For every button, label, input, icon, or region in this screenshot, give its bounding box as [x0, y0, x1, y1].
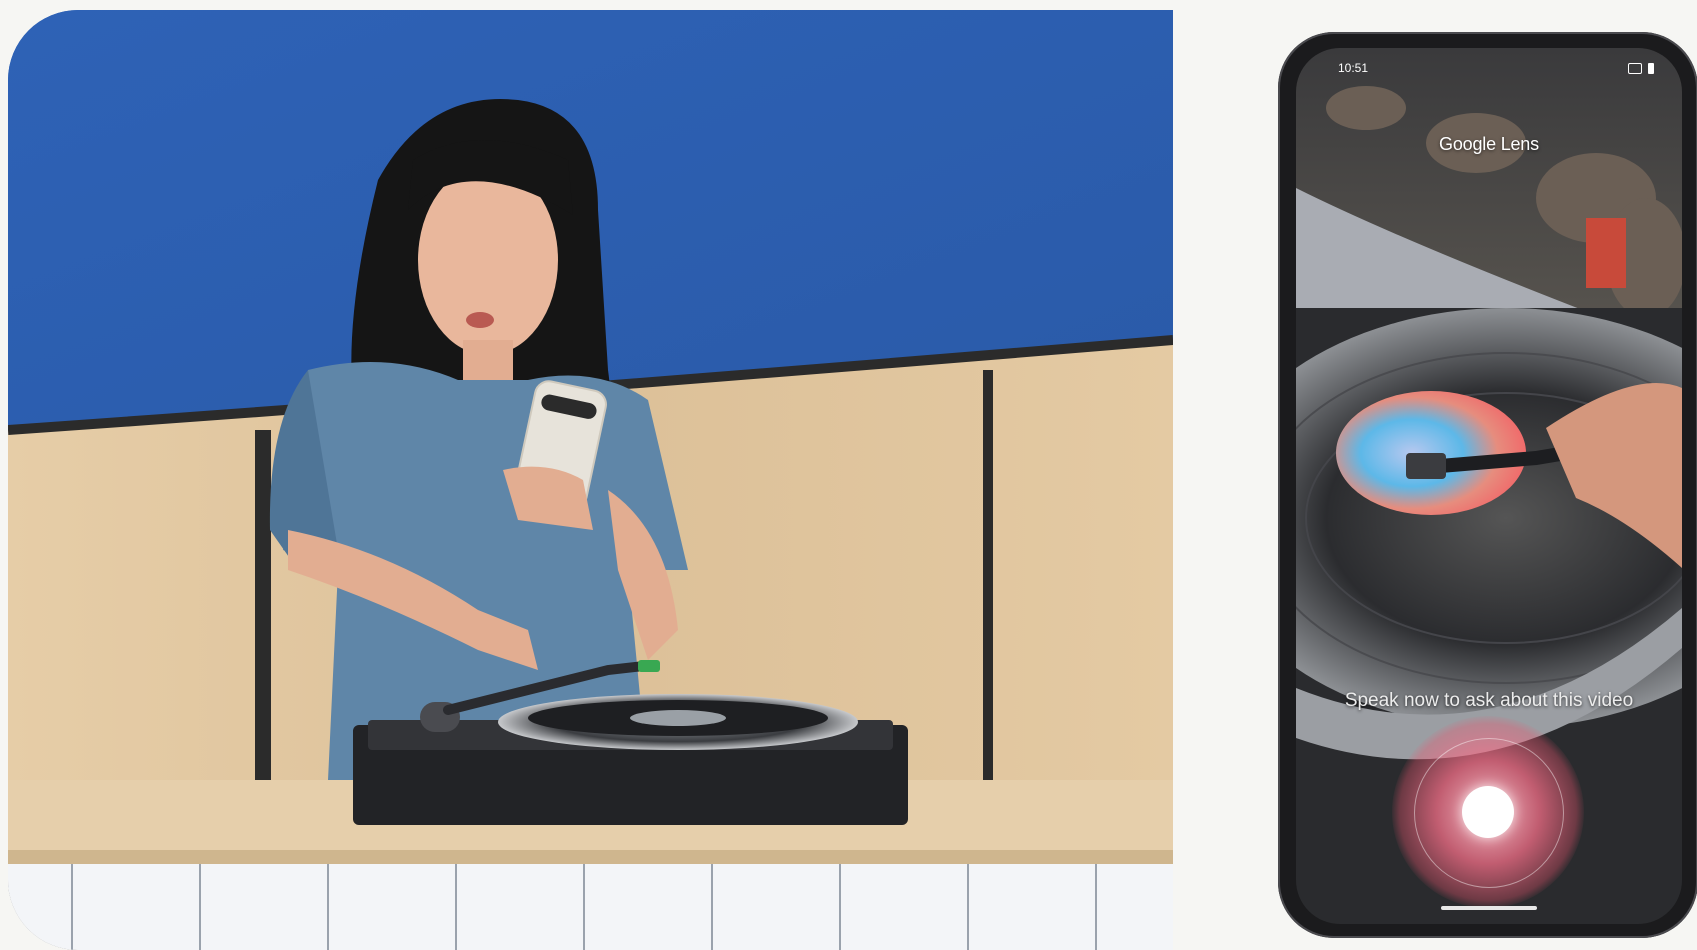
status-icons: [1628, 62, 1654, 74]
phone-frame: 10:51 Google Lens Speak now to ask about…: [1278, 32, 1697, 938]
status-bar: 10:51: [1296, 48, 1682, 88]
home-indicator[interactable]: [1441, 906, 1537, 910]
lens-screen: 10:51 Google Lens Speak now to ask about…: [1296, 48, 1682, 924]
signal-icon: [1628, 62, 1642, 74]
voice-prompt: Speak now to ask about this video: [1344, 690, 1634, 711]
status-time: 10:51: [1338, 61, 1369, 75]
stage-video: [8, 10, 1173, 950]
mic-record-icon[interactable]: [1462, 786, 1514, 838]
counter-tiles: [8, 864, 1173, 950]
battery-icon: [1648, 62, 1654, 74]
stage-scene: [8, 10, 1173, 950]
app-title: Google Lens: [1439, 134, 1539, 154]
